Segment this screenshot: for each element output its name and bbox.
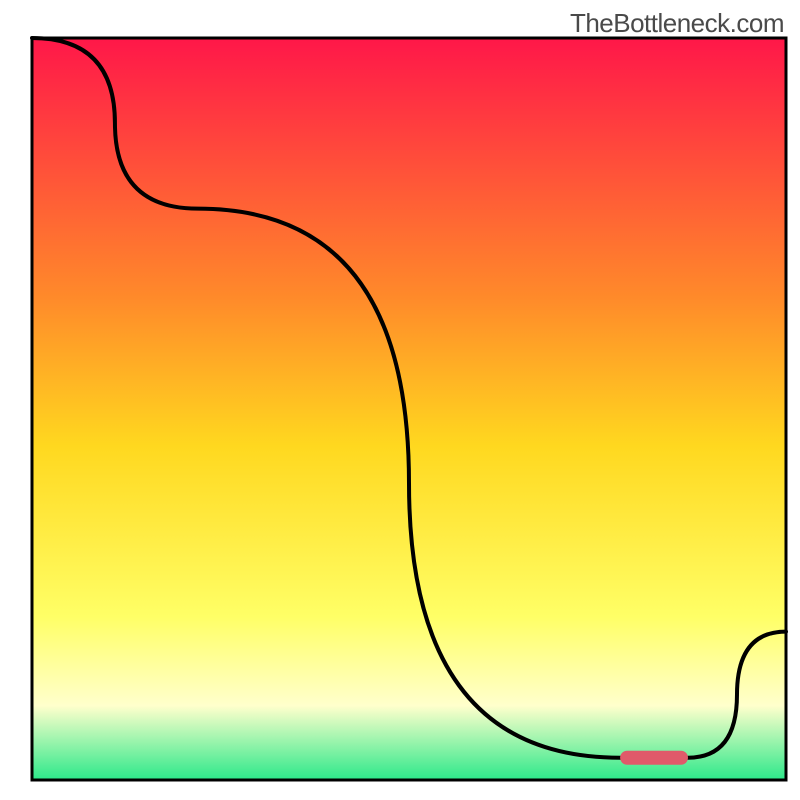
plot-area bbox=[32, 38, 786, 780]
chart-stage: TheBottleneck.com bbox=[0, 0, 800, 800]
marker-segment bbox=[620, 751, 688, 765]
bottleneck-chart bbox=[0, 0, 800, 800]
